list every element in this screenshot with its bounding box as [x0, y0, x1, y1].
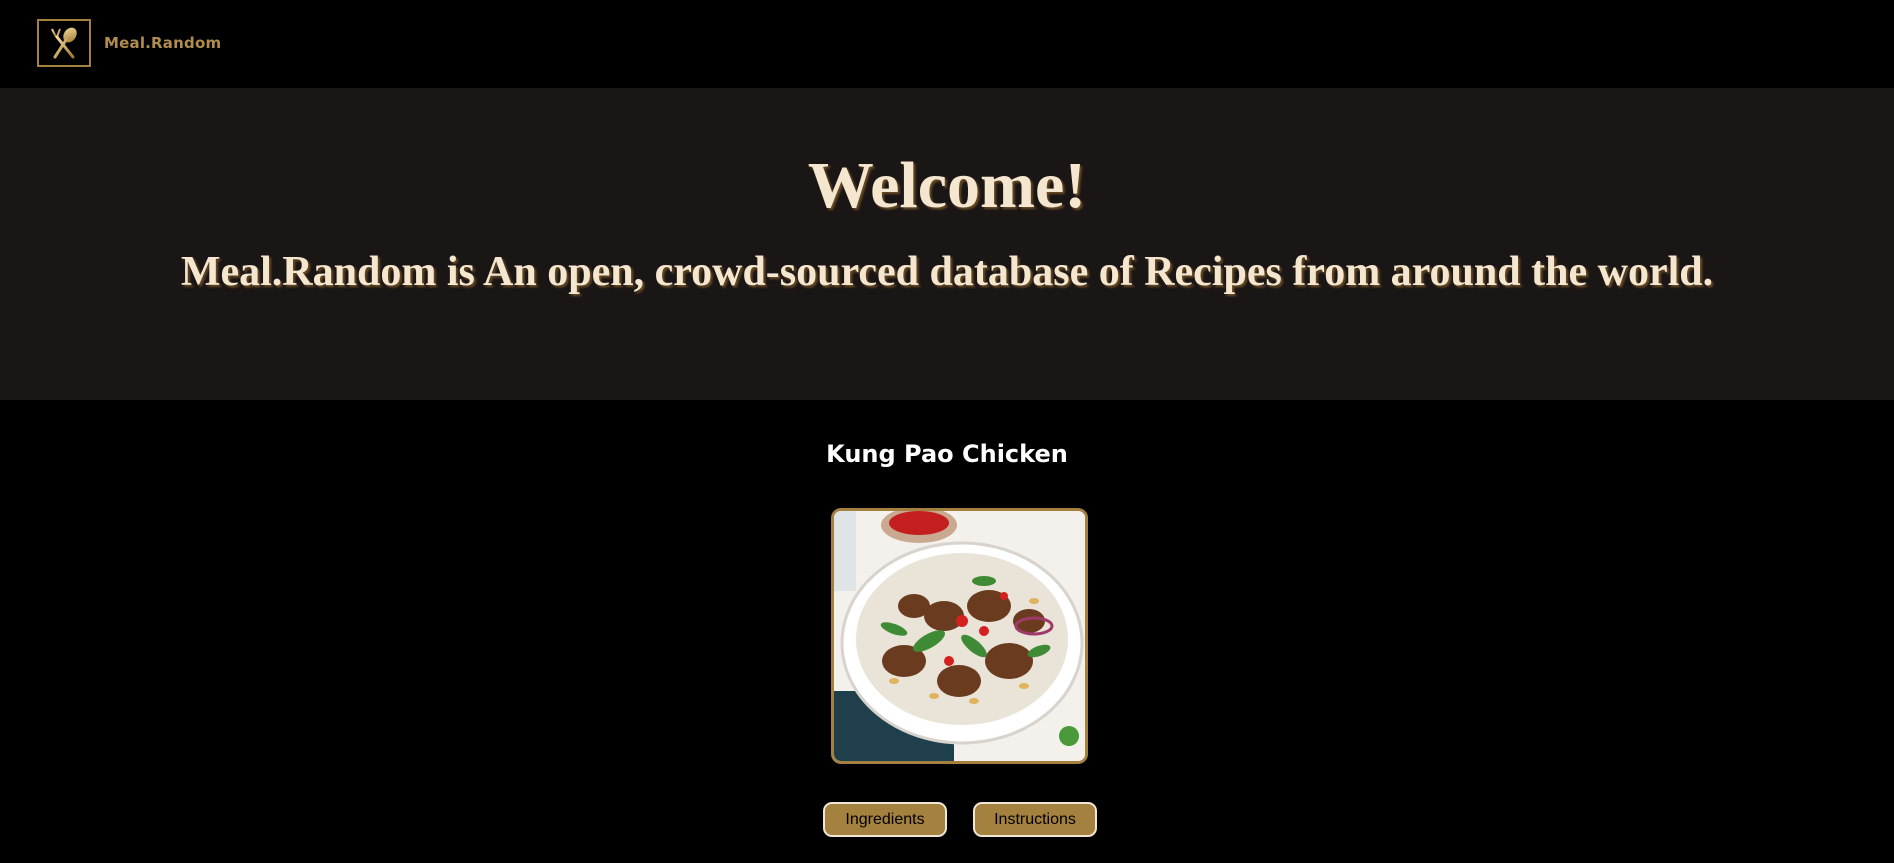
- meal-name: Kung Pao Chicken: [826, 440, 1068, 468]
- hero-title: Welcome!: [807, 149, 1087, 222]
- top-nav-bar: Meal.Random: [0, 0, 1894, 88]
- ingredients-button[interactable]: Ingredients: [823, 802, 947, 837]
- instructions-button[interactable]: Instructions: [973, 802, 1097, 837]
- logo-text[interactable]: Meal.Random: [104, 34, 221, 52]
- fork-spoon-icon: [51, 27, 77, 59]
- logo[interactable]: [37, 19, 91, 67]
- meal-photo: [834, 511, 1085, 761]
- hero-banner: Welcome! Meal.Random is An open, crowd-s…: [0, 88, 1894, 400]
- hero-subtitle: Meal.Random is An open, crowd-sourced da…: [180, 249, 1714, 295]
- meal-image: [831, 508, 1088, 764]
